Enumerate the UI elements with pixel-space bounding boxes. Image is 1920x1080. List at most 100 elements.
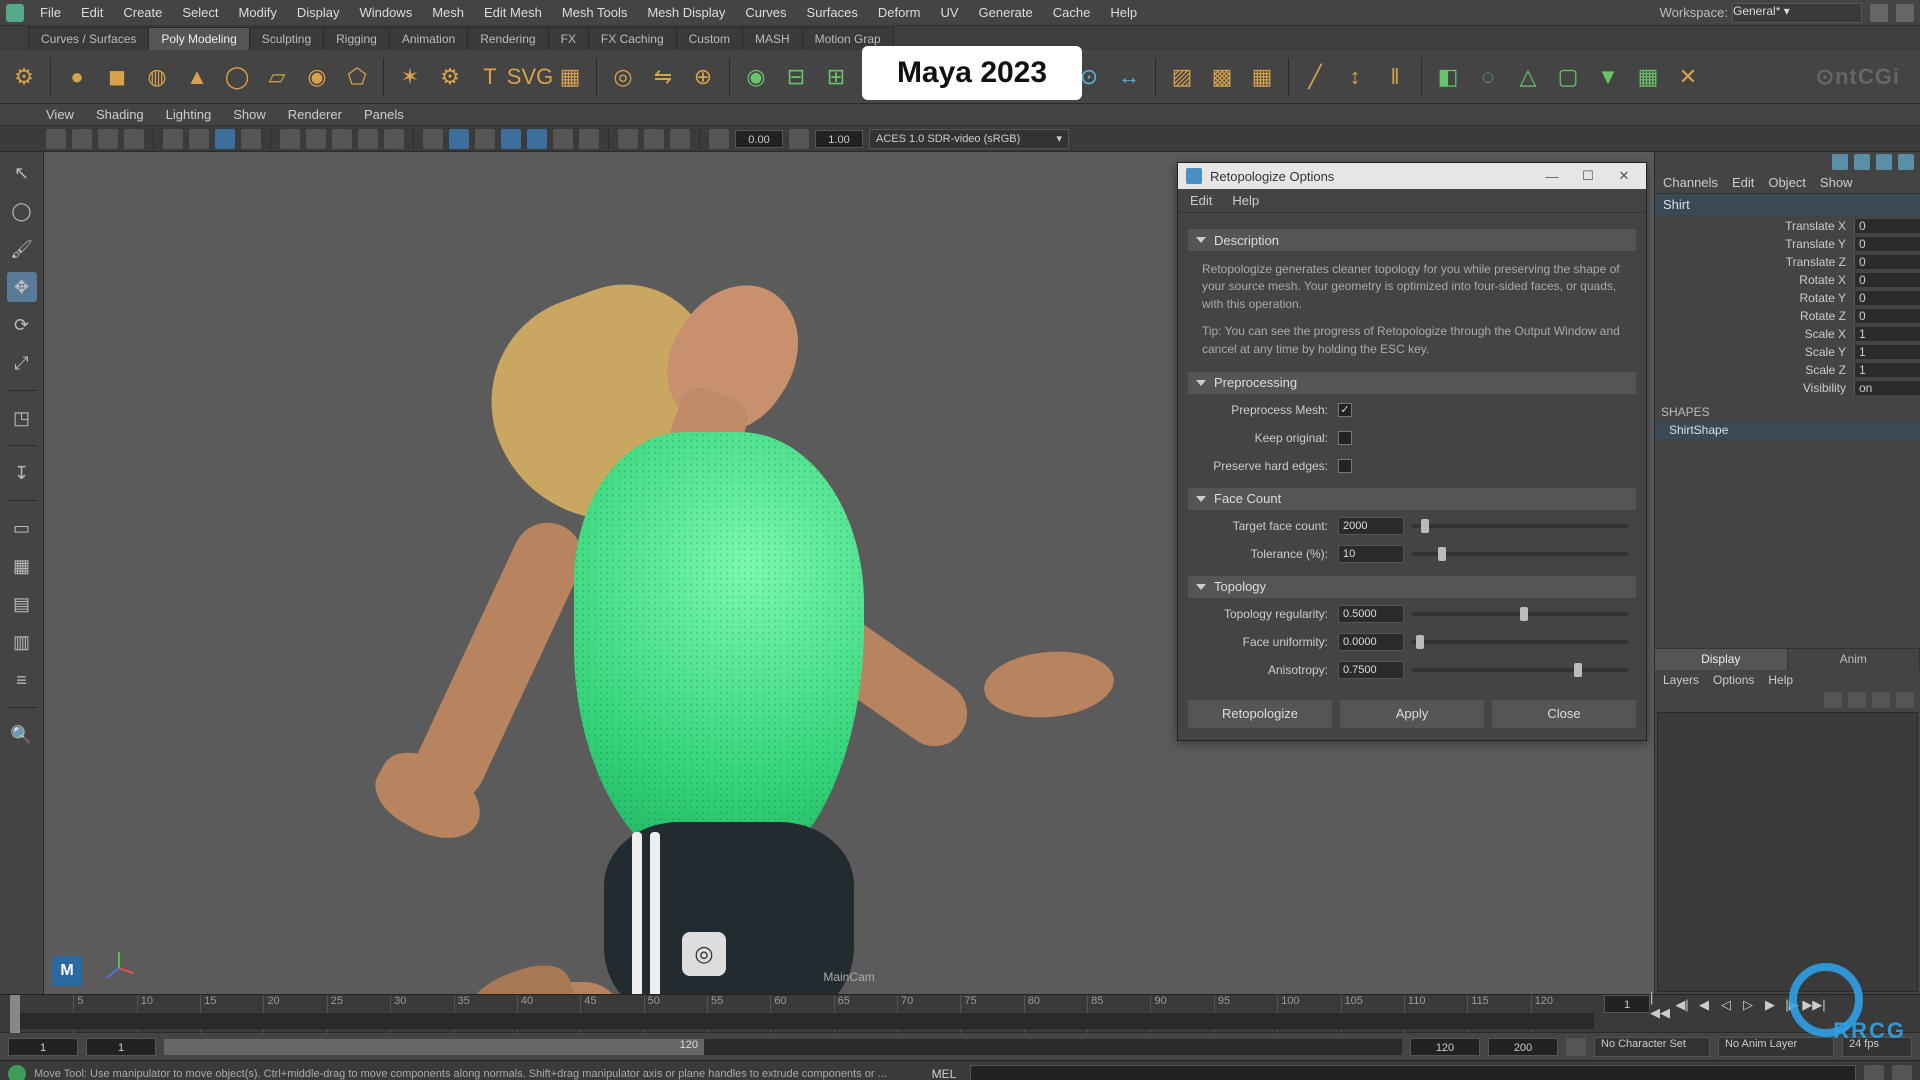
snap-icon[interactable]: ⊕ [685,59,721,95]
play-backward-icon[interactable]: ◁ [1716,995,1736,1015]
colorspace-dropdown[interactable]: ACES 1.0 SDR-video (sRGB)▾ [869,129,1069,149]
use-lights-icon[interactable] [553,129,573,149]
menu-modify[interactable]: Modify [229,5,287,20]
layer-move-up-icon[interactable] [1824,692,1842,708]
poly-plane-icon[interactable]: ▱ [259,59,295,95]
layer-menu-help[interactable]: Help [1768,673,1793,687]
step-forward-frame-icon[interactable]: ▶ [1760,995,1780,1015]
lasso-tool-icon[interactable]: ◯ [7,196,37,226]
connect-icon[interactable]: ↔ [1111,59,1147,95]
svg-icon[interactable]: SVG [512,59,548,95]
maya-viewport-icon[interactable]: M [52,956,82,986]
panel-menu-lighting[interactable]: Lighting [166,107,212,122]
combine-icon[interactable]: ◉ [738,59,774,95]
menu-mesh[interactable]: Mesh [422,5,474,20]
remesh-icon[interactable]: ▦ [1630,59,1666,95]
xray-icon[interactable] [644,129,664,149]
range-start-field[interactable]: 1 [8,1038,78,1056]
attr-rotate-z-value[interactable]: 0 [1854,309,1920,323]
time-slider[interactable]: 1510152025303540455055606570758085909510… [0,994,1920,1032]
lock-icon[interactable] [1896,4,1914,22]
preserve-hard-edges-checkbox[interactable] [1338,459,1352,473]
offset-edge-icon[interactable]: ‖ [1377,59,1413,95]
menu-uv[interactable]: UV [930,5,968,20]
shirt-mesh-selected[interactable] [574,432,864,882]
gamma-field[interactable]: 1.00 [815,130,863,148]
grease-pencil-icon[interactable] [189,129,209,149]
quad-draw-icon[interactable]: ▨ [1164,59,1200,95]
field-chart-icon[interactable] [332,129,352,149]
character-set-dropdown[interactable]: No Character Set [1594,1037,1710,1057]
step-back-key-icon[interactable]: ◀| [1672,995,1692,1015]
attr-translate-y-value[interactable]: 0 [1854,237,1920,251]
panel-menu-view[interactable]: View [46,107,74,122]
minimize-button[interactable]: — [1538,169,1566,184]
triangulate-icon[interactable]: △ [1510,59,1546,95]
circularize-icon[interactable]: ◌ [1470,59,1506,95]
grid-icon[interactable] [215,129,235,149]
attr-scale-z-label[interactable]: Scale Z [1655,363,1854,377]
tab-custom[interactable]: Custom [676,27,743,50]
tab-fx[interactable]: FX [548,27,589,50]
topology-regularity-field[interactable] [1338,605,1404,623]
tab-animation[interactable]: Animation [389,27,468,50]
edit-edge-flow-icon[interactable]: ╱ [1297,59,1333,95]
workspace-dropdown[interactable]: General* ▾ [1732,3,1862,23]
outliner-icon[interactable]: ≡ [7,665,37,695]
topology-regularity-slider[interactable] [1412,612,1628,616]
range-in-start-field[interactable]: 1 [86,1038,156,1056]
rotate-tool-icon[interactable]: ⟳ [7,310,37,340]
crease-icon[interactable]: ▩ [1204,59,1240,95]
attr-translate-z-value[interactable]: 0 [1854,255,1920,269]
current-frame-field[interactable]: 1 [1604,995,1650,1013]
scale-tool-icon[interactable]: ⤢ [7,348,37,378]
range-slider-track[interactable]: 120 [164,1039,1402,1055]
step-back-frame-icon[interactable]: ◀ [1694,995,1714,1015]
retopologize-button[interactable]: Retopologize [1188,700,1332,728]
tab-rendering[interactable]: Rendering [467,27,548,50]
mirror-icon[interactable]: ◧ [1430,59,1466,95]
attr-visibility-value[interactable]: on [1854,381,1920,395]
last-tool-icon[interactable]: ◳ [7,403,37,433]
menu-surfaces[interactable]: Surfaces [797,5,868,20]
layout-outliner-icon[interactable]: ▥ [7,627,37,657]
layer-add-icon[interactable] [1872,692,1890,708]
image-plane-icon[interactable] [124,129,144,149]
sidebar-toggle-icon[interactable] [1870,4,1888,22]
menu-windows[interactable]: Windows [349,5,422,20]
section-topology[interactable]: Topology [1188,576,1636,598]
layout-custom-icon[interactable]: ▤ [7,589,37,619]
panel-menu-renderer[interactable]: Renderer [288,107,342,122]
tolerance-field[interactable] [1338,545,1404,563]
menu-curves[interactable]: Curves [735,5,796,20]
exposure-field[interactable]: 0.00 [735,130,783,148]
layer-move-down-icon[interactable] [1848,692,1866,708]
panel-menu-show[interactable]: Show [233,107,266,122]
range-end-field[interactable]: 200 [1488,1038,1558,1056]
command-language-label[interactable]: MEL [926,1067,963,1080]
attribute-editor-tab-icon[interactable] [1854,154,1870,170]
keep-original-checkbox[interactable] [1338,431,1352,445]
poly-torus-icon[interactable]: ◯ [219,59,255,95]
layout-four-icon[interactable]: ▦ [7,551,37,581]
gamma-icon[interactable] [789,129,809,149]
menu-file[interactable]: File [30,5,71,20]
soft-select-icon[interactable]: ◎ [605,59,641,95]
2d-pan-zoom-icon[interactable] [163,129,183,149]
textured-icon[interactable] [527,129,547,149]
range-slider-handle[interactable]: 120 [164,1039,704,1055]
poly-type-icon[interactable]: T [472,59,508,95]
sweep-mesh-icon[interactable]: ▦ [552,59,588,95]
tab-rigging[interactable]: Rigging [323,27,390,50]
target-face-count-slider[interactable] [1412,524,1628,528]
apply-button[interactable]: Apply [1340,700,1484,728]
attr-rotate-x-value[interactable]: 0 [1854,273,1920,287]
poly-cube-icon[interactable]: ◼ [99,59,135,95]
shape-node-name[interactable]: ShirtShape [1655,421,1920,439]
poly-sphere-icon[interactable]: ● [59,59,95,95]
dialog-menu-edit[interactable]: Edit [1190,193,1212,208]
section-face-count[interactable]: Face Count [1188,488,1636,510]
close-button[interactable]: Close [1492,700,1636,728]
panel-menu-panels[interactable]: Panels [364,107,404,122]
snap-together-icon[interactable]: ↧ [7,458,37,488]
